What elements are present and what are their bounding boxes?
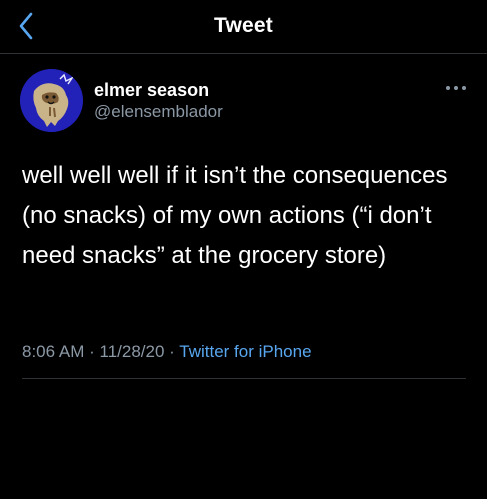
more-options-button[interactable] (441, 78, 471, 98)
more-horizontal-icon (446, 86, 466, 90)
tweet-meta: 8:06 AM · 11/28/20 · Twitter for iPhone (22, 342, 312, 362)
avatar[interactable] (20, 69, 83, 132)
tweet-time: 8:06 AM (22, 342, 85, 361)
meta-separator: · (169, 342, 175, 361)
author-handle[interactable]: @elensemblador (94, 102, 223, 122)
tweet-text: well well well if it isn’t the consequen… (22, 162, 448, 269)
author-name[interactable]: elmer season (94, 80, 209, 101)
meta-separator: · (89, 342, 95, 361)
tweet-source-link[interactable]: Twitter for iPhone (179, 342, 311, 361)
divider (22, 378, 466, 379)
nav-header: Tweet (0, 0, 487, 54)
page-title: Tweet (214, 14, 273, 37)
avatar-image (20, 69, 83, 132)
tweet-date: 11/28/20 (99, 342, 165, 361)
tweet-screen: Tweet elmer season @elensemblador well w… (0, 0, 487, 499)
